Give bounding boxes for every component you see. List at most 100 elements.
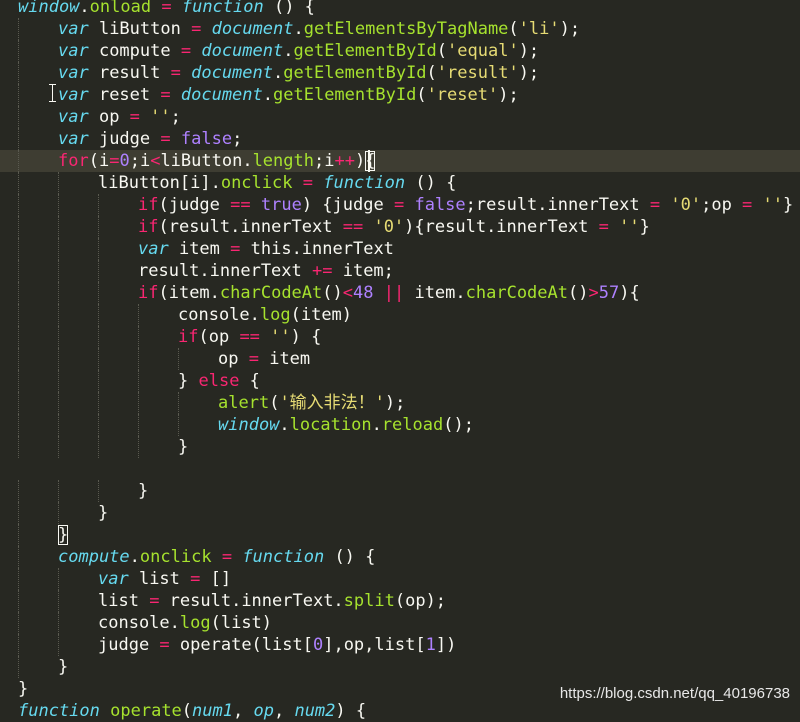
code-token: var xyxy=(138,239,169,259)
code-token: = xyxy=(191,19,202,39)
code-token: document xyxy=(201,41,284,61)
code-line[interactable]: var item = this.innerText xyxy=(0,238,800,260)
indent-guide xyxy=(18,106,19,128)
indent-guide xyxy=(18,502,19,524)
code-line[interactable]: function operate(num1, op, num2) { xyxy=(0,700,800,722)
indent-guide xyxy=(18,590,19,612)
code-token: ; xyxy=(232,129,243,149)
code-token: op xyxy=(88,107,130,127)
code-line[interactable]: for(i=0;i<liButton.length;i++){ xyxy=(0,150,800,172)
code-line[interactable]: var judge = false; xyxy=(0,128,800,150)
code-text: var list = [] xyxy=(98,568,231,590)
code-token: } xyxy=(639,217,650,237)
code-token: onclick xyxy=(139,547,212,567)
code-line[interactable]: } xyxy=(0,480,800,502)
code-token: ) {judge xyxy=(301,195,394,215)
code-line[interactable]: var compute = document.getElementById('e… xyxy=(0,40,800,62)
indent-guide xyxy=(18,40,19,62)
code-line[interactable]: } else { xyxy=(0,370,800,392)
indent-guide xyxy=(18,480,19,502)
code-line[interactable] xyxy=(0,458,800,480)
indent-guide xyxy=(58,304,59,326)
code-token: += xyxy=(312,261,333,281)
code-token: ) { xyxy=(335,701,367,721)
code-token: result.innerText. xyxy=(159,591,344,611)
indent-guide xyxy=(58,634,59,656)
code-line[interactable]: judge = operate(list[0],op,list[1]) xyxy=(0,634,800,656)
code-line[interactable]: console.log(item) xyxy=(0,304,800,326)
indent-guide xyxy=(18,128,19,150)
code-token: == xyxy=(239,327,260,347)
code-line[interactable]: window.onload = function () { xyxy=(0,0,800,18)
code-token: } xyxy=(98,503,109,523)
code-token: } xyxy=(783,195,794,215)
indent-guide xyxy=(18,326,19,348)
code-token: = xyxy=(109,151,120,171)
code-line[interactable]: var list = [] xyxy=(0,568,800,590)
code-token: } xyxy=(58,525,69,545)
code-line[interactable]: } xyxy=(0,656,800,678)
ibeam-cursor-icon xyxy=(49,84,56,102)
code-line[interactable]: window.location.reload(); xyxy=(0,414,800,436)
indent-guide xyxy=(98,348,99,370)
indent-guide xyxy=(138,326,139,348)
code-line[interactable]: if(judge == true) {judge = false;result.… xyxy=(0,194,800,216)
code-text: if(result.innerText == '0'){result.inner… xyxy=(138,216,650,238)
code-token: var xyxy=(98,569,129,589)
code-token: , xyxy=(233,701,254,721)
code-text: console.log(item) xyxy=(178,304,352,326)
code-token: compute xyxy=(58,547,130,567)
text-caret xyxy=(368,150,370,172)
indent-guide xyxy=(18,18,19,40)
code-line[interactable]: if(result.innerText == '0'){result.inner… xyxy=(0,216,800,238)
code-line[interactable]: var op = ''; xyxy=(0,106,800,128)
code-line[interactable]: var reset = document.getElementById('res… xyxy=(0,84,800,106)
code-line[interactable]: console.log(list) xyxy=(0,612,800,634)
code-line[interactable]: alert('输入非法！'); xyxy=(0,392,800,414)
code-line[interactable]: var result = document.getElementById('re… xyxy=(0,62,800,84)
code-token: < xyxy=(342,283,353,303)
code-line[interactable]: list = result.innerText.split(op); xyxy=(0,590,800,612)
code-token: reset xyxy=(88,85,161,105)
code-line[interactable]: } xyxy=(0,524,800,546)
code-token: document xyxy=(191,63,273,83)
code-token: getElementsByTagName xyxy=(303,19,509,39)
code-token: judge xyxy=(98,635,160,655)
code-token: op xyxy=(218,349,249,369)
code-text: list = result.innerText.split(op); xyxy=(98,590,446,612)
code-token: () { xyxy=(263,0,315,17)
code-editor[interactable]: window.onload = function () {var liButto… xyxy=(0,0,800,721)
code-line[interactable]: op = item xyxy=(0,348,800,370)
indent-guide xyxy=(18,370,19,392)
indent-guide xyxy=(18,348,19,370)
indent-guide xyxy=(58,502,59,524)
code-line[interactable]: } xyxy=(0,502,800,524)
indent-guide xyxy=(18,216,19,238)
code-line[interactable]: } xyxy=(0,436,800,458)
code-line[interactable]: compute.onclick = function () { xyxy=(0,546,800,568)
indent-guide xyxy=(18,612,19,634)
code-token: if xyxy=(138,217,159,237)
code-line[interactable]: liButton[i].onclick = function () { xyxy=(0,172,800,194)
code-token: var xyxy=(58,107,89,127)
code-line[interactable]: if(item.charCodeAt()<48 || item.charCode… xyxy=(0,282,800,304)
code-token: op xyxy=(253,701,274,721)
code-token: location xyxy=(289,415,372,435)
code-token: 'reset' xyxy=(426,85,499,105)
code-line[interactable]: if(op == '') { xyxy=(0,326,800,348)
code-token: item. xyxy=(404,283,466,303)
indent-guide xyxy=(58,612,59,634)
code-token: 48 xyxy=(353,283,374,303)
code-text: } xyxy=(178,436,188,458)
indent-guide xyxy=(18,172,19,194)
code-line[interactable]: var liButton = document.getElementsByTag… xyxy=(0,18,800,40)
code-token: reload xyxy=(381,415,444,435)
indent-guide xyxy=(58,172,59,194)
code-line[interactable]: result.innerText += item; xyxy=(0,260,800,282)
